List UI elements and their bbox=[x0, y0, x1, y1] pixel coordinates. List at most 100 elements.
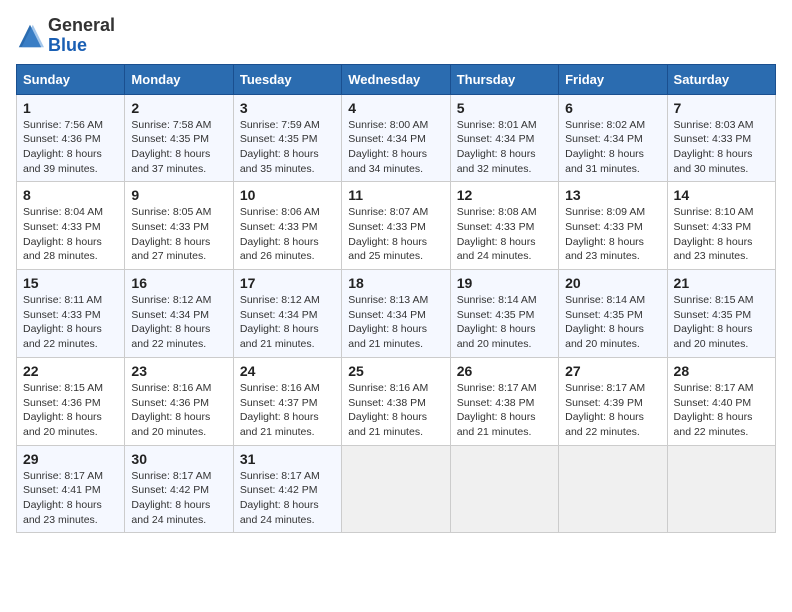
day-detail: Sunrise: 8:02 AM Sunset: 4:34 PM Dayligh… bbox=[565, 118, 660, 177]
calendar-cell: 13 Sunrise: 8:09 AM Sunset: 4:33 PM Dayl… bbox=[559, 182, 667, 270]
day-number: 22 bbox=[23, 363, 118, 379]
day-detail: Sunrise: 8:16 AM Sunset: 4:37 PM Dayligh… bbox=[240, 381, 335, 440]
calendar-cell: 26 Sunrise: 8:17 AM Sunset: 4:38 PM Dayl… bbox=[450, 357, 558, 445]
day-number: 30 bbox=[131, 451, 226, 467]
day-detail: Sunrise: 8:04 AM Sunset: 4:33 PM Dayligh… bbox=[23, 205, 118, 264]
page-header: GeneralBlue bbox=[16, 16, 776, 56]
calendar-cell: 3 Sunrise: 7:59 AM Sunset: 4:35 PM Dayli… bbox=[233, 94, 341, 182]
day-number: 14 bbox=[674, 187, 769, 203]
calendar-cell: 5 Sunrise: 8:01 AM Sunset: 4:34 PM Dayli… bbox=[450, 94, 558, 182]
day-detail: Sunrise: 8:07 AM Sunset: 4:33 PM Dayligh… bbox=[348, 205, 443, 264]
day-number: 16 bbox=[131, 275, 226, 291]
calendar-cell: 27 Sunrise: 8:17 AM Sunset: 4:39 PM Dayl… bbox=[559, 357, 667, 445]
calendar-cell: 25 Sunrise: 8:16 AM Sunset: 4:38 PM Dayl… bbox=[342, 357, 450, 445]
calendar-cell: 7 Sunrise: 8:03 AM Sunset: 4:33 PM Dayli… bbox=[667, 94, 775, 182]
day-detail: Sunrise: 8:14 AM Sunset: 4:35 PM Dayligh… bbox=[457, 293, 552, 352]
day-number: 18 bbox=[348, 275, 443, 291]
calendar-week-2: 8 Sunrise: 8:04 AM Sunset: 4:33 PM Dayli… bbox=[17, 182, 776, 270]
calendar-cell: 24 Sunrise: 8:16 AM Sunset: 4:37 PM Dayl… bbox=[233, 357, 341, 445]
day-number: 31 bbox=[240, 451, 335, 467]
day-detail: Sunrise: 8:16 AM Sunset: 4:38 PM Dayligh… bbox=[348, 381, 443, 440]
day-detail: Sunrise: 8:11 AM Sunset: 4:33 PM Dayligh… bbox=[23, 293, 118, 352]
calendar-cell: 30 Sunrise: 8:17 AM Sunset: 4:42 PM Dayl… bbox=[125, 445, 233, 533]
calendar-cell: 19 Sunrise: 8:14 AM Sunset: 4:35 PM Dayl… bbox=[450, 270, 558, 358]
column-header-saturday: Saturday bbox=[667, 64, 775, 94]
calendar-cell: 1 Sunrise: 7:56 AM Sunset: 4:36 PM Dayli… bbox=[17, 94, 125, 182]
calendar-cell: 4 Sunrise: 8:00 AM Sunset: 4:34 PM Dayli… bbox=[342, 94, 450, 182]
day-number: 29 bbox=[23, 451, 118, 467]
day-detail: Sunrise: 8:00 AM Sunset: 4:34 PM Dayligh… bbox=[348, 118, 443, 177]
calendar-body: 1 Sunrise: 7:56 AM Sunset: 4:36 PM Dayli… bbox=[17, 94, 776, 533]
day-detail: Sunrise: 7:56 AM Sunset: 4:36 PM Dayligh… bbox=[23, 118, 118, 177]
day-number: 3 bbox=[240, 100, 335, 116]
calendar-cell bbox=[450, 445, 558, 533]
day-detail: Sunrise: 8:15 AM Sunset: 4:36 PM Dayligh… bbox=[23, 381, 118, 440]
calendar-cell: 22 Sunrise: 8:15 AM Sunset: 4:36 PM Dayl… bbox=[17, 357, 125, 445]
logo: GeneralBlue bbox=[16, 16, 115, 56]
calendar-cell: 9 Sunrise: 8:05 AM Sunset: 4:33 PM Dayli… bbox=[125, 182, 233, 270]
calendar-cell: 20 Sunrise: 8:14 AM Sunset: 4:35 PM Dayl… bbox=[559, 270, 667, 358]
calendar-cell: 18 Sunrise: 8:13 AM Sunset: 4:34 PM Dayl… bbox=[342, 270, 450, 358]
day-detail: Sunrise: 8:06 AM Sunset: 4:33 PM Dayligh… bbox=[240, 205, 335, 264]
calendar-week-5: 29 Sunrise: 8:17 AM Sunset: 4:41 PM Dayl… bbox=[17, 445, 776, 533]
day-number: 11 bbox=[348, 187, 443, 203]
calendar-header-row: SundayMondayTuesdayWednesdayThursdayFrid… bbox=[17, 64, 776, 94]
day-detail: Sunrise: 7:58 AM Sunset: 4:35 PM Dayligh… bbox=[131, 118, 226, 177]
day-number: 1 bbox=[23, 100, 118, 116]
calendar-cell: 2 Sunrise: 7:58 AM Sunset: 4:35 PM Dayli… bbox=[125, 94, 233, 182]
calendar-cell: 29 Sunrise: 8:17 AM Sunset: 4:41 PM Dayl… bbox=[17, 445, 125, 533]
day-detail: Sunrise: 8:13 AM Sunset: 4:34 PM Dayligh… bbox=[348, 293, 443, 352]
day-number: 20 bbox=[565, 275, 660, 291]
column-header-wednesday: Wednesday bbox=[342, 64, 450, 94]
column-header-tuesday: Tuesday bbox=[233, 64, 341, 94]
day-detail: Sunrise: 8:17 AM Sunset: 4:42 PM Dayligh… bbox=[240, 469, 335, 528]
calendar-cell: 28 Sunrise: 8:17 AM Sunset: 4:40 PM Dayl… bbox=[667, 357, 775, 445]
calendar-cell: 15 Sunrise: 8:11 AM Sunset: 4:33 PM Dayl… bbox=[17, 270, 125, 358]
column-header-monday: Monday bbox=[125, 64, 233, 94]
calendar-cell: 23 Sunrise: 8:16 AM Sunset: 4:36 PM Dayl… bbox=[125, 357, 233, 445]
day-detail: Sunrise: 8:17 AM Sunset: 4:41 PM Dayligh… bbox=[23, 469, 118, 528]
calendar-cell: 8 Sunrise: 8:04 AM Sunset: 4:33 PM Dayli… bbox=[17, 182, 125, 270]
day-number: 6 bbox=[565, 100, 660, 116]
calendar-cell: 12 Sunrise: 8:08 AM Sunset: 4:33 PM Dayl… bbox=[450, 182, 558, 270]
calendar-week-1: 1 Sunrise: 7:56 AM Sunset: 4:36 PM Dayli… bbox=[17, 94, 776, 182]
day-number: 9 bbox=[131, 187, 226, 203]
day-number: 17 bbox=[240, 275, 335, 291]
day-number: 27 bbox=[565, 363, 660, 379]
day-number: 28 bbox=[674, 363, 769, 379]
calendar-cell: 21 Sunrise: 8:15 AM Sunset: 4:35 PM Dayl… bbox=[667, 270, 775, 358]
logo-icon bbox=[16, 22, 44, 50]
logo-text: GeneralBlue bbox=[48, 16, 115, 56]
day-detail: Sunrise: 8:08 AM Sunset: 4:33 PM Dayligh… bbox=[457, 205, 552, 264]
day-detail: Sunrise: 8:12 AM Sunset: 4:34 PM Dayligh… bbox=[131, 293, 226, 352]
day-number: 4 bbox=[348, 100, 443, 116]
calendar-cell bbox=[559, 445, 667, 533]
calendar-cell bbox=[667, 445, 775, 533]
day-detail: Sunrise: 8:01 AM Sunset: 4:34 PM Dayligh… bbox=[457, 118, 552, 177]
day-detail: Sunrise: 8:10 AM Sunset: 4:33 PM Dayligh… bbox=[674, 205, 769, 264]
day-detail: Sunrise: 8:12 AM Sunset: 4:34 PM Dayligh… bbox=[240, 293, 335, 352]
day-detail: Sunrise: 8:05 AM Sunset: 4:33 PM Dayligh… bbox=[131, 205, 226, 264]
day-detail: Sunrise: 8:17 AM Sunset: 4:38 PM Dayligh… bbox=[457, 381, 552, 440]
day-number: 21 bbox=[674, 275, 769, 291]
calendar-week-4: 22 Sunrise: 8:15 AM Sunset: 4:36 PM Dayl… bbox=[17, 357, 776, 445]
day-number: 12 bbox=[457, 187, 552, 203]
day-number: 2 bbox=[131, 100, 226, 116]
day-detail: Sunrise: 8:16 AM Sunset: 4:36 PM Dayligh… bbox=[131, 381, 226, 440]
day-number: 5 bbox=[457, 100, 552, 116]
day-detail: Sunrise: 8:14 AM Sunset: 4:35 PM Dayligh… bbox=[565, 293, 660, 352]
day-number: 15 bbox=[23, 275, 118, 291]
calendar-cell: 6 Sunrise: 8:02 AM Sunset: 4:34 PM Dayli… bbox=[559, 94, 667, 182]
day-detail: Sunrise: 8:17 AM Sunset: 4:39 PM Dayligh… bbox=[565, 381, 660, 440]
day-number: 13 bbox=[565, 187, 660, 203]
calendar-cell bbox=[342, 445, 450, 533]
calendar-table: SundayMondayTuesdayWednesdayThursdayFrid… bbox=[16, 64, 776, 534]
day-detail: Sunrise: 8:09 AM Sunset: 4:33 PM Dayligh… bbox=[565, 205, 660, 264]
calendar-week-3: 15 Sunrise: 8:11 AM Sunset: 4:33 PM Dayl… bbox=[17, 270, 776, 358]
calendar-cell: 10 Sunrise: 8:06 AM Sunset: 4:33 PM Dayl… bbox=[233, 182, 341, 270]
day-detail: Sunrise: 8:17 AM Sunset: 4:42 PM Dayligh… bbox=[131, 469, 226, 528]
day-number: 19 bbox=[457, 275, 552, 291]
day-detail: Sunrise: 8:03 AM Sunset: 4:33 PM Dayligh… bbox=[674, 118, 769, 177]
day-number: 23 bbox=[131, 363, 226, 379]
day-detail: Sunrise: 8:15 AM Sunset: 4:35 PM Dayligh… bbox=[674, 293, 769, 352]
